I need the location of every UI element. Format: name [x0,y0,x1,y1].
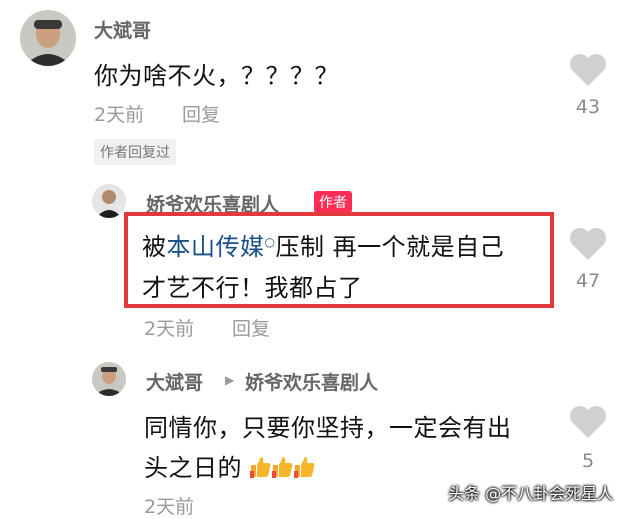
comment-username[interactable]: 大斌哥 [94,16,151,43]
reply-button[interactable]: 回复 [232,314,270,341]
text-prefix: 被 [142,233,167,261]
like-count: 5 [581,450,595,472]
user-avatar-image [92,362,126,396]
text-line-2: 头之日的 [144,454,242,482]
comment-text-line-1: 被本山传媒○压制 再一个就是自己 [142,227,504,262]
author-replied-badge: 作者回复过 [94,139,176,165]
comment-time: 2天前 [94,104,145,126]
comment-text: 你为啥不火，？？？？ [94,62,339,90]
user-avatar-image [20,10,76,66]
reply-button[interactable]: 回复 [182,100,220,127]
thumbs-up-icon [250,457,271,478]
heart-icon[interactable] [568,404,608,440]
author-badge: 作者 [314,191,352,213]
thumbs-up-icon [294,457,315,478]
text-rest: 压制 再一个就是自己 [275,233,505,261]
search-icon[interactable]: ○ [265,235,276,249]
heart-icon[interactable] [568,52,608,88]
reply-arrow-icon: ▶ [225,373,235,387]
avatar[interactable] [92,184,126,218]
avatar[interactable] [20,10,76,66]
comment-text-line-2: 头之日的 [144,448,316,483]
comment-text-line-2: 才艺不行！我都占了 [142,274,363,302]
comment-text-line-1: 同情你，只要你坚持，一定会有出 [144,414,512,442]
thumbs-up-icon [272,457,293,478]
heart-icon[interactable] [568,226,608,262]
like-count: 43 [575,96,601,118]
like-count: 47 [575,270,601,292]
avatar[interactable] [92,362,126,396]
reply-to-username[interactable]: 娇爷欢乐喜剧人 [245,368,378,395]
watermark: 头条 @不八卦会死星人 [448,484,614,503]
comment-username[interactable]: 大斌哥 [146,368,203,395]
comment-time: 2天前 [144,318,195,340]
author-avatar-image [92,184,126,218]
comment-time: 2天前 [144,496,195,518]
search-link[interactable]: 本山传媒 [167,233,265,261]
